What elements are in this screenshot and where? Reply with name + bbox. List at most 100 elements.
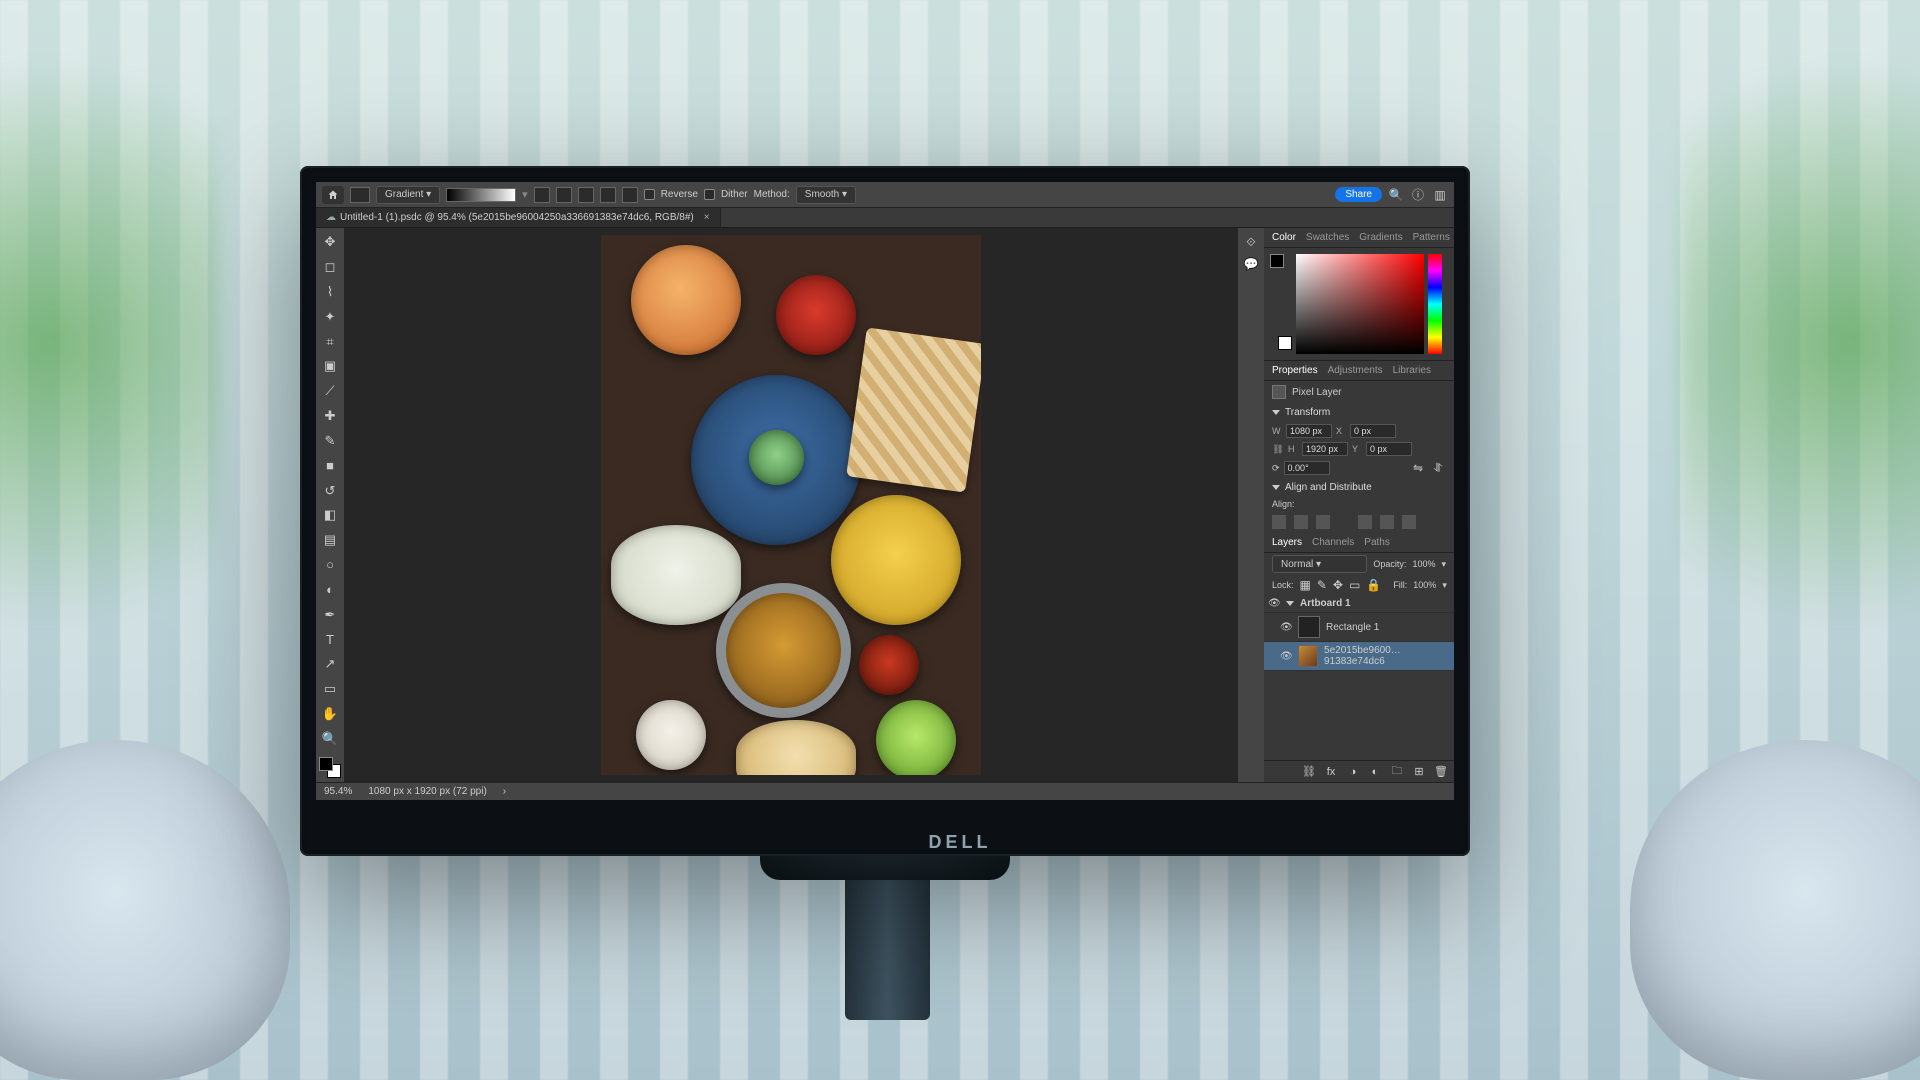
align-top-icon[interactable]	[1358, 515, 1372, 529]
align-header[interactable]: Align and Distribute	[1264, 478, 1454, 497]
home-button[interactable]	[322, 186, 344, 204]
hue-slider[interactable]	[1428, 254, 1442, 354]
adjustment-layer-icon[interactable]: ◐	[1368, 765, 1382, 779]
workspace-menu-icon[interactable]: ▥	[1432, 187, 1448, 203]
layer-row[interactable]: 👁Artboard 1	[1264, 595, 1454, 613]
lock-artboard-icon[interactable]: ▭	[1349, 577, 1360, 593]
artboard-image[interactable]	[601, 235, 981, 775]
healing-tool[interactable]: ✚	[319, 406, 341, 427]
shape-tool[interactable]: ▭	[319, 679, 341, 700]
delete-layer-icon[interactable]: 🗑	[1434, 765, 1448, 779]
type-tool[interactable]: T	[319, 629, 341, 650]
gradient-type-angle-icon[interactable]	[578, 187, 594, 203]
tab-properties[interactable]: Properties	[1272, 365, 1318, 376]
layer-row[interactable]: 👁5e2015be9600…91383e74dc6	[1264, 642, 1454, 671]
align-vcenter-icon[interactable]	[1380, 515, 1394, 529]
eye-icon[interactable]: 👁	[1280, 651, 1292, 662]
color-panel-tabs: Color Swatches Gradients Patterns	[1264, 228, 1454, 248]
method-dropdown[interactable]: Smooth ▾	[796, 186, 856, 204]
history-brush-tool[interactable]: ↺	[319, 480, 341, 501]
tab-patterns[interactable]: Patterns	[1413, 232, 1450, 243]
gradient-type-radial-icon[interactable]	[556, 187, 572, 203]
search-icon[interactable]: 🔍	[1388, 187, 1404, 203]
align-hcenter-icon[interactable]	[1294, 515, 1308, 529]
lasso-tool[interactable]: ⌇	[319, 282, 341, 303]
blend-mode-dropdown[interactable]: Normal ▾	[1272, 555, 1367, 573]
crop-tool[interactable]: ⌗	[319, 331, 341, 352]
link-layers-icon[interactable]: ⛓	[1302, 765, 1316, 779]
eye-icon[interactable]: 👁	[1268, 598, 1280, 609]
pen-tool[interactable]: ✒	[319, 604, 341, 625]
tab-paths[interactable]: Paths	[1364, 537, 1390, 548]
layer-mask-icon[interactable]: ◑	[1346, 765, 1360, 779]
align-bottom-icon[interactable]	[1402, 515, 1416, 529]
angle-field[interactable]	[1284, 461, 1330, 475]
tab-adjustments[interactable]: Adjustments	[1328, 365, 1383, 376]
fill-dropdown-icon[interactable]: ▾	[1442, 580, 1447, 591]
group-layers-icon[interactable]: 🗀	[1390, 765, 1404, 779]
flip-vertical-icon[interactable]: ⥯	[1430, 460, 1446, 476]
saturation-box[interactable]	[1296, 254, 1424, 354]
layer-row[interactable]: 👁Rectangle 1	[1264, 613, 1454, 642]
marquee-tool[interactable]: ◻	[319, 257, 341, 278]
align-left-icon[interactable]	[1272, 515, 1286, 529]
x-field[interactable]	[1350, 424, 1396, 438]
link-wh-icon[interactable]: ⛓	[1272, 444, 1284, 455]
wand-tool[interactable]: ✦	[319, 306, 341, 327]
trees-right	[1680, 50, 1920, 780]
tab-channels[interactable]: Channels	[1312, 537, 1354, 548]
height-field[interactable]	[1302, 442, 1348, 456]
status-more-icon[interactable]: ›	[503, 786, 506, 797]
dodge-tool[interactable]: ◐	[319, 579, 341, 600]
move-tool[interactable]: ✥	[319, 232, 341, 253]
gradient-tool[interactable]: ▤	[319, 530, 341, 551]
tab-swatches[interactable]: Swatches	[1306, 232, 1349, 243]
lock-position-icon[interactable]: ✥	[1333, 577, 1343, 593]
gradient-type-diamond-icon[interactable]	[622, 187, 638, 203]
gradient-type-reflected-icon[interactable]	[600, 187, 616, 203]
zoom-level[interactable]: 95.4%	[324, 786, 352, 797]
blur-tool[interactable]: ○	[319, 555, 341, 576]
help-icon[interactable]: ⓘ	[1410, 187, 1426, 203]
tab-layers[interactable]: Layers	[1272, 537, 1302, 548]
tab-gradients[interactable]: Gradients	[1359, 232, 1402, 243]
canvas-area[interactable]	[344, 228, 1238, 782]
gradient-preview[interactable]	[446, 188, 516, 202]
fg-bg-swatches[interactable]	[1270, 254, 1292, 354]
stamp-tool[interactable]: ■	[319, 455, 341, 476]
eyedropper-tool[interactable]: ⟋	[319, 381, 341, 402]
close-tab-icon[interactable]: ×	[704, 212, 710, 223]
transform-header[interactable]: Transform	[1264, 403, 1454, 422]
tab-color[interactable]: Color	[1272, 232, 1296, 243]
lock-transparency-icon[interactable]: ▦	[1300, 577, 1311, 593]
lock-all-icon[interactable]: 🔒	[1366, 577, 1381, 593]
reverse-checkbox[interactable]	[644, 189, 655, 200]
gradient-type-linear-icon[interactable]	[534, 187, 550, 203]
layer-fx-icon[interactable]: fx	[1324, 765, 1338, 779]
dither-checkbox[interactable]	[704, 189, 715, 200]
opacity-dropdown-icon[interactable]: ▾	[1441, 559, 1446, 570]
width-field[interactable]	[1286, 424, 1332, 438]
tab-libraries[interactable]: Libraries	[1393, 365, 1431, 376]
hand-tool[interactable]: ✋	[319, 703, 341, 724]
brush-tool[interactable]: ✎	[319, 431, 341, 452]
share-button[interactable]: Share	[1335, 187, 1382, 202]
foreground-background-swatch[interactable]	[319, 757, 341, 778]
document-tab[interactable]: ☁ Untitled-1 (1).psdc @ 95.4% (5e2015be9…	[316, 208, 721, 227]
zoom-tool[interactable]: 🔍	[319, 728, 341, 749]
brush-settings-icon[interactable]: ⟐	[1243, 234, 1259, 250]
tool-preset-icon[interactable]	[350, 187, 370, 203]
eye-icon[interactable]: 👁	[1280, 622, 1292, 633]
photoshop-window: Gradient ▾ ▾ Reverse Dither Method: Smoo…	[316, 182, 1454, 800]
y-field[interactable]	[1366, 442, 1412, 456]
eraser-tool[interactable]: ◧	[319, 505, 341, 526]
tool-name-dropdown[interactable]: Gradient ▾	[376, 186, 440, 204]
lock-pixels-icon[interactable]: ✎	[1317, 577, 1327, 593]
path-tool[interactable]: ↗	[319, 654, 341, 675]
flip-horizontal-icon[interactable]: ⇋	[1410, 460, 1426, 476]
comments-icon[interactable]: 💬	[1243, 256, 1259, 272]
frame-tool[interactable]: ▣	[319, 356, 341, 377]
chevron-down-icon[interactable]	[1286, 601, 1294, 606]
new-layer-icon[interactable]: ⊞	[1412, 765, 1426, 779]
align-right-icon[interactable]	[1316, 515, 1330, 529]
